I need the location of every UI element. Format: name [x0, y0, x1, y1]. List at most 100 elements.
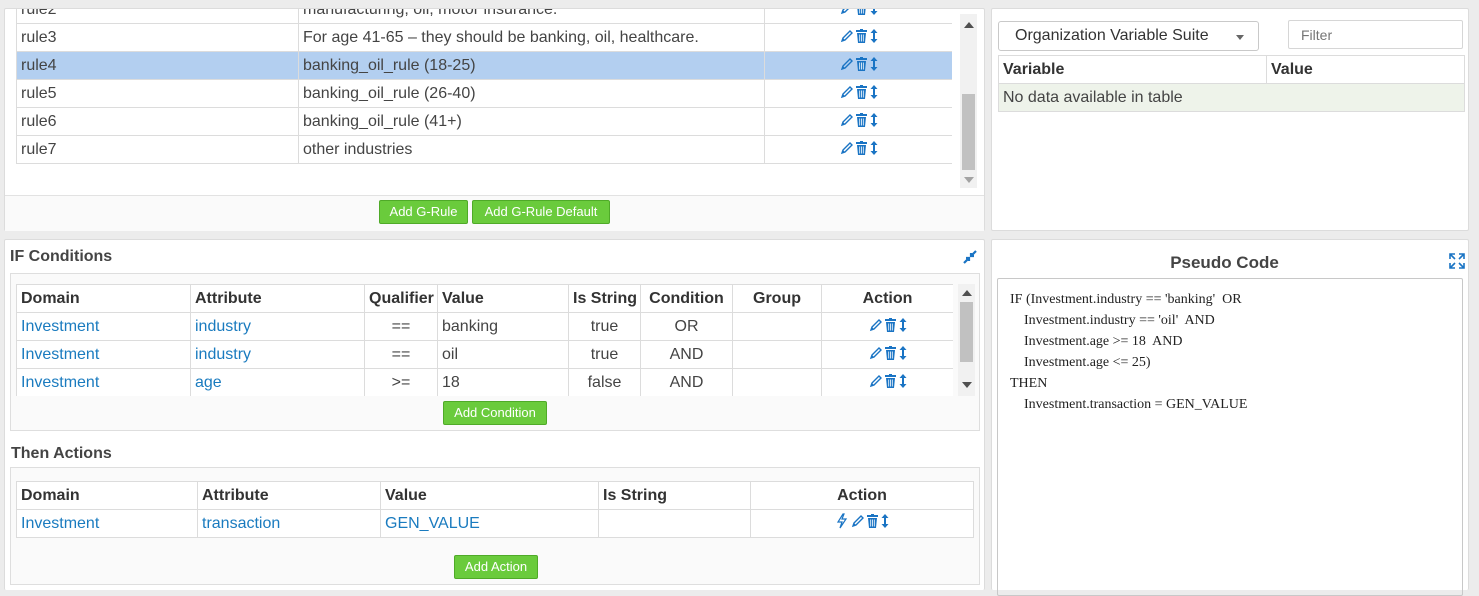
scroll-down-arrow[interactable]	[962, 382, 972, 388]
collapse-icon[interactable]	[962, 249, 978, 270]
add-condition-button[interactable]: Add Condition	[443, 401, 547, 425]
rule-row[interactable]: rule5 banking_oil_rule (26-40)	[16, 79, 952, 108]
rules-table: rule2 manufacturing, oil, motor insurance…	[16, 9, 952, 164]
add-grule-default-button[interactable]: Add G-Rule Default	[472, 200, 610, 224]
delete-icon[interactable]	[884, 373, 896, 388]
variable-suite-select[interactable]: Organization Variable Suite	[998, 21, 1259, 51]
conditions-col-value[interactable]: Value	[437, 284, 569, 313]
edit-icon[interactable]	[840, 29, 853, 43]
actions-col-action[interactable]: Action	[750, 481, 974, 510]
variables-col-value[interactable]: Value	[1266, 55, 1465, 84]
variables-col-variable[interactable]: Variable	[998, 55, 1267, 84]
scroll-thumb[interactable]	[962, 94, 975, 170]
execute-icon[interactable]	[836, 513, 848, 529]
condition-attribute[interactable]: industry	[190, 340, 365, 369]
rule-row[interactable]: rule3 For age 41-65 – they should be bank…	[16, 23, 952, 52]
condition-attribute[interactable]: industry	[190, 312, 365, 341]
condition-attribute[interactable]: age	[190, 368, 365, 396]
action-actions	[750, 509, 974, 538]
conditions-col-domain[interactable]: Domain	[16, 284, 191, 313]
rule-row[interactable]: rule2 manufacturing, oil, motor insurance…	[16, 9, 952, 24]
delete-icon[interactable]	[884, 317, 896, 332]
edit-icon[interactable]	[840, 85, 853, 99]
actions-col-is-string[interactable]: Is String	[598, 481, 751, 510]
conditions-col-action[interactable]: Action	[821, 284, 953, 313]
rule-name: rule2	[16, 9, 299, 24]
edit-icon[interactable]	[840, 9, 853, 15]
conditions-col-attribute[interactable]: Attribute	[190, 284, 365, 313]
delete-icon[interactable]	[855, 28, 867, 43]
edit-icon[interactable]	[869, 318, 882, 332]
delete-icon[interactable]	[884, 345, 896, 360]
move-icon[interactable]	[899, 373, 907, 389]
add-grule-button[interactable]: Add G-Rule	[379, 200, 468, 224]
conditions-col-group[interactable]: Group	[732, 284, 822, 313]
rule-name: rule3	[16, 23, 299, 52]
edit-icon[interactable]	[840, 141, 853, 155]
actions-col-domain[interactable]: Domain	[16, 481, 198, 510]
edit-icon[interactable]	[840, 113, 853, 127]
edit-icon[interactable]	[851, 514, 864, 528]
rules-table-viewport: rule2 manufacturing, oil, motor insurance…	[16, 9, 952, 183]
condition-actions	[821, 368, 953, 396]
scroll-thumb[interactable]	[960, 302, 973, 362]
pseudo-code-line: Investment.age >= 18 AND	[1010, 334, 1183, 349]
variables-filter-input[interactable]	[1288, 20, 1463, 49]
actions-table: Domain Attribute Value Is String Action Inve…	[16, 481, 974, 538]
action-domain[interactable]: Investment	[16, 509, 198, 538]
actions-col-attribute[interactable]: Attribute	[197, 481, 381, 510]
move-icon[interactable]	[870, 112, 878, 128]
action-row[interactable]: Investment transaction GEN_VALUE	[16, 509, 974, 538]
scroll-up-arrow[interactable]	[964, 22, 974, 28]
rule-row[interactable]: rule7 other industries	[16, 135, 952, 164]
move-icon[interactable]	[899, 345, 907, 361]
conditions-scrollbar[interactable]	[958, 284, 975, 396]
pseudo-code-line: Investment.industry == 'oil' AND	[1010, 313, 1215, 328]
move-icon[interactable]	[870, 84, 878, 100]
action-value[interactable]: GEN_VALUE	[380, 509, 599, 538]
delete-icon[interactable]	[855, 56, 867, 71]
rule-actions	[764, 51, 952, 80]
delete-icon[interactable]	[856, 9, 867, 15]
edit-icon[interactable]	[869, 374, 882, 388]
delete-icon[interactable]	[855, 140, 867, 155]
rule-row[interactable]: rule6 banking_oil_rule (41+)	[16, 107, 952, 136]
scroll-up-arrow[interactable]	[962, 290, 972, 296]
move-icon[interactable]	[899, 317, 907, 333]
delete-icon[interactable]	[855, 84, 867, 99]
rule-row[interactable]: rule4 banking_oil_rule (18-25)	[16, 51, 952, 80]
rule-actions	[764, 135, 952, 164]
edit-icon[interactable]	[840, 57, 853, 71]
delete-icon[interactable]	[855, 112, 867, 127]
delete-icon[interactable]	[866, 514, 878, 528]
condition-domain[interactable]: Investment	[16, 340, 191, 369]
edit-icon[interactable]	[869, 346, 882, 360]
scroll-down-arrow[interactable]	[964, 177, 974, 183]
conditions-col-qualifier[interactable]: Qualifier	[364, 284, 438, 313]
pseudo-code-line: IF (Investment.industry == 'banking' OR	[1010, 292, 1242, 307]
actions-col-value[interactable]: Value	[380, 481, 599, 510]
rules-scrollbar[interactable]	[960, 14, 977, 188]
move-icon[interactable]	[881, 513, 889, 529]
rule-actions	[764, 23, 952, 52]
rules-panel: rule2 manufacturing, oil, motor insurance…	[4, 8, 985, 231]
condition-row[interactable]: Investment age >= 18 false AND	[16, 368, 953, 396]
pseudo-code-title: Pseudo Code	[1170, 253, 1279, 272]
move-icon[interactable]	[870, 28, 878, 44]
move-icon[interactable]	[870, 140, 878, 156]
conditions-col-condition[interactable]: Condition	[640, 284, 733, 313]
move-icon[interactable]	[870, 9, 878, 16]
condition-row[interactable]: Investment industry == oil true AND	[16, 340, 953, 369]
add-action-button[interactable]: Add Action	[454, 555, 538, 579]
condition-domain[interactable]: Investment	[16, 312, 191, 341]
condition-row[interactable]: Investment industry == banking true OR	[16, 312, 953, 341]
expand-icon[interactable]	[1449, 253, 1465, 274]
action-attribute[interactable]: transaction	[197, 509, 381, 538]
variables-table: Variable Value No data available in tabl…	[998, 55, 1465, 112]
condition-group	[732, 312, 822, 341]
move-icon[interactable]	[870, 56, 878, 72]
conditions-col-is-string[interactable]: Is String	[568, 284, 641, 313]
rule-name: rule4	[16, 51, 299, 80]
condition-domain[interactable]: Investment	[16, 368, 191, 396]
condition-is-string: false	[568, 368, 641, 396]
